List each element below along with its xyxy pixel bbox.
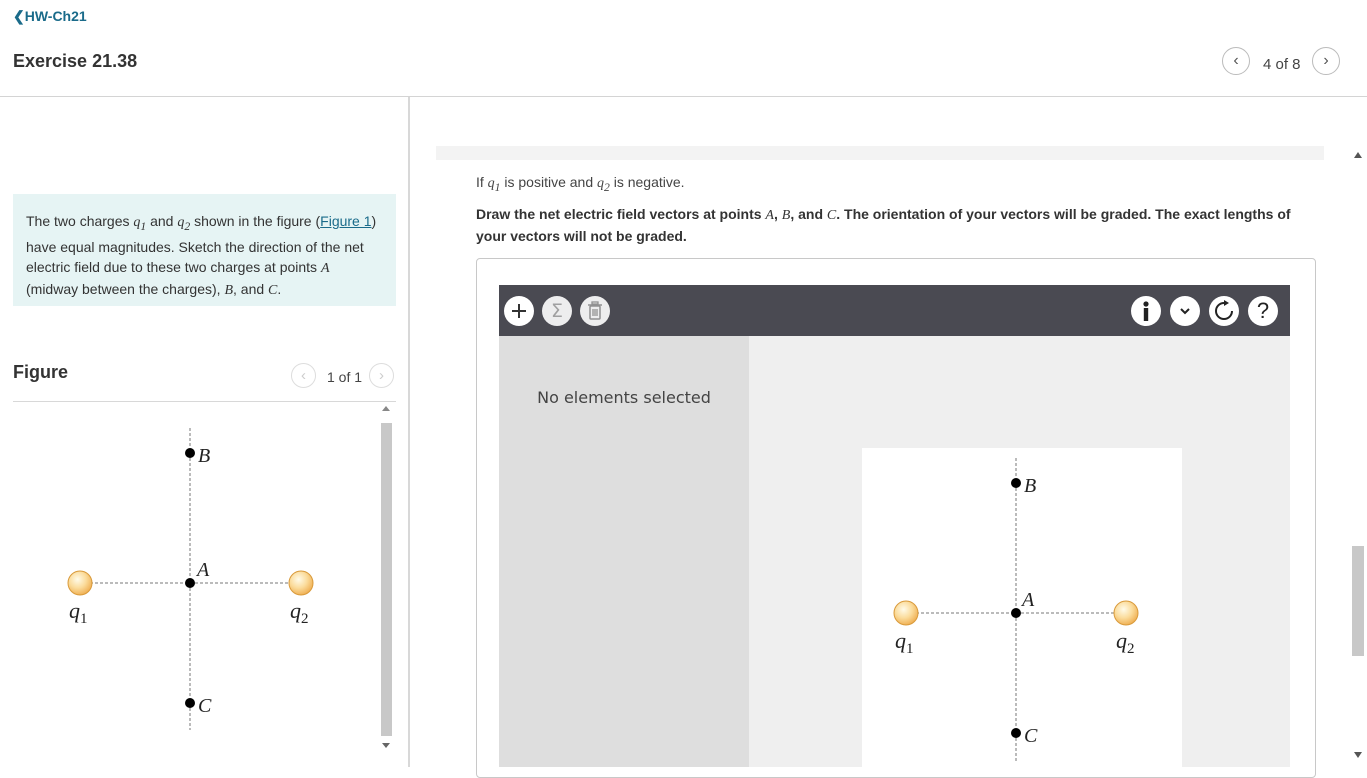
figure-heading: Figure	[13, 362, 69, 382]
scroll-down-arrow[interactable]	[1354, 752, 1362, 758]
chevron-right-icon: ›	[1323, 52, 1329, 69]
part-header-bar	[436, 146, 1324, 160]
back-link[interactable]: ❮HW-Ch21	[13, 8, 87, 25]
selection-status: No elements selected	[537, 388, 711, 407]
scroll-up-arrow[interactable]	[382, 406, 390, 411]
help-button[interactable]: ?	[1248, 296, 1278, 326]
figure-scrollbar[interactable]	[380, 404, 393, 755]
chevron-left-icon: ‹	[301, 367, 306, 384]
point-a	[1011, 608, 1021, 618]
help-icon: ?	[1256, 298, 1270, 323]
page-scrollbar[interactable]	[1351, 146, 1365, 767]
charge-q2	[1113, 600, 1139, 626]
label-a: A	[195, 559, 210, 581]
sigma-icon: Σ	[550, 300, 563, 322]
figure-divider	[13, 401, 396, 402]
next-figure-button[interactable]: ›	[369, 363, 394, 388]
scroll-thumb[interactable]	[1352, 546, 1364, 656]
page-title: Exercise 21.38	[13, 51, 138, 71]
add-vector-button[interactable]	[504, 296, 534, 326]
scroll-thumb[interactable]	[381, 423, 392, 736]
scroll-down-arrow[interactable]	[382, 743, 390, 748]
panel-divider	[408, 97, 410, 767]
charge-q2	[288, 570, 314, 596]
label-b: B	[198, 445, 210, 467]
label-a: A	[1020, 589, 1035, 611]
options-dropdown-button[interactable]	[1170, 296, 1200, 326]
next-exercise-button[interactable]: ›	[1312, 47, 1340, 75]
plus-icon	[512, 304, 526, 318]
part-instructions: Draw the net electric field vectors at p…	[476, 206, 1291, 244]
chevron-left-icon: ❮	[13, 8, 25, 24]
label-c: C	[198, 695, 212, 717]
point-a	[185, 578, 195, 588]
previous-exercise-button[interactable]: ‹	[1222, 47, 1250, 75]
point-c	[185, 698, 195, 708]
point-c	[1011, 728, 1021, 738]
reset-button[interactable]	[1209, 296, 1239, 326]
previous-figure-button[interactable]: ‹	[291, 363, 316, 388]
info-button[interactable]	[1131, 296, 1161, 326]
label-c: C	[1024, 725, 1038, 747]
trash-icon	[588, 301, 602, 320]
figure-link[interactable]: Figure 1	[320, 213, 371, 229]
label-q2: q2	[290, 598, 309, 627]
charge-q1	[67, 570, 93, 596]
scroll-up-arrow[interactable]	[1354, 152, 1362, 158]
reset-icon	[1215, 300, 1233, 320]
chevron-left-icon: ‹	[1233, 52, 1239, 69]
figure-diagram: B A C q1 q2	[67, 428, 314, 730]
canvas-figure[interactable]: B A C q1 q2	[862, 448, 1182, 767]
delete-button[interactable]	[580, 296, 610, 326]
label-b: B	[1024, 475, 1036, 497]
sum-vectors-button[interactable]: Σ	[542, 296, 572, 326]
problem-statement: The two charges q1 and q2 shown in the f…	[13, 194, 396, 306]
chevron-down-icon	[1180, 308, 1190, 315]
part-condition: If q1 is positive and q2 is negative.	[476, 174, 685, 194]
label-q1: q1	[69, 598, 88, 627]
chevron-right-icon: ›	[379, 367, 384, 384]
figure-pager: 1 of 1	[327, 369, 363, 385]
header-divider	[0, 96, 1367, 97]
point-b	[1011, 478, 1021, 488]
point-b	[185, 448, 195, 458]
info-icon	[1143, 301, 1149, 321]
drawing-toolbar: Σ ?	[499, 285, 1290, 336]
exercise-pager: 4 of 8	[1263, 56, 1301, 73]
charge-q1	[893, 600, 919, 626]
